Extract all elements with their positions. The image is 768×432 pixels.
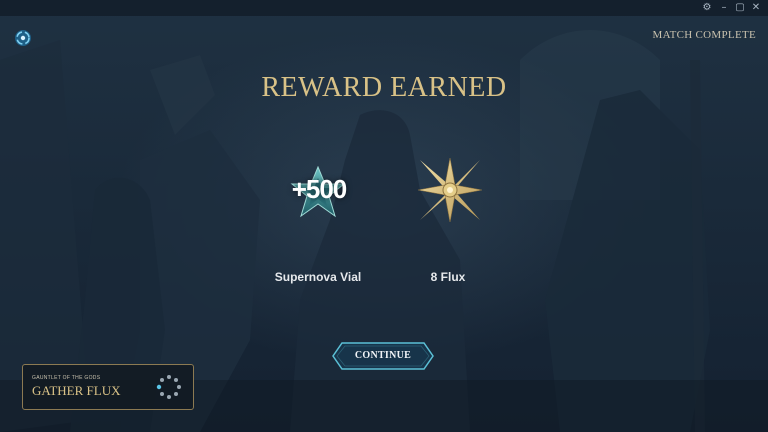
reward-label-flux: 8 Flux [430, 270, 466, 284]
continue-button[interactable]: CONTINUE [332, 342, 434, 370]
minimize-icon[interactable]: – [717, 1, 731, 15]
game-mode-card: GAUNTLET OF THE GODS GATHER FLUX [22, 364, 194, 410]
maximize-icon[interactable]: ▢ [733, 1, 747, 15]
loading-spinner-icon [155, 373, 183, 401]
settings-icon[interactable]: ⚙ [700, 1, 714, 15]
reward-label-vial: Supernova Vial [274, 270, 362, 284]
app-logo-icon [14, 29, 32, 47]
continue-label: CONTINUE [354, 350, 412, 361]
mode-subtitle: GAUNTLET OF THE GODS [32, 375, 101, 381]
flux-icon [417, 157, 483, 223]
mode-title: GATHER FLUX [32, 383, 121, 398]
page-title: REWARD EARNED [261, 72, 507, 103]
close-icon[interactable]: ✕ [749, 1, 763, 15]
reward-amount: +500 [291, 174, 348, 204]
match-status: MATCH COMPLETE [652, 29, 756, 41]
window-titlebar: ⚙ – ▢ ✕ [0, 0, 768, 16]
